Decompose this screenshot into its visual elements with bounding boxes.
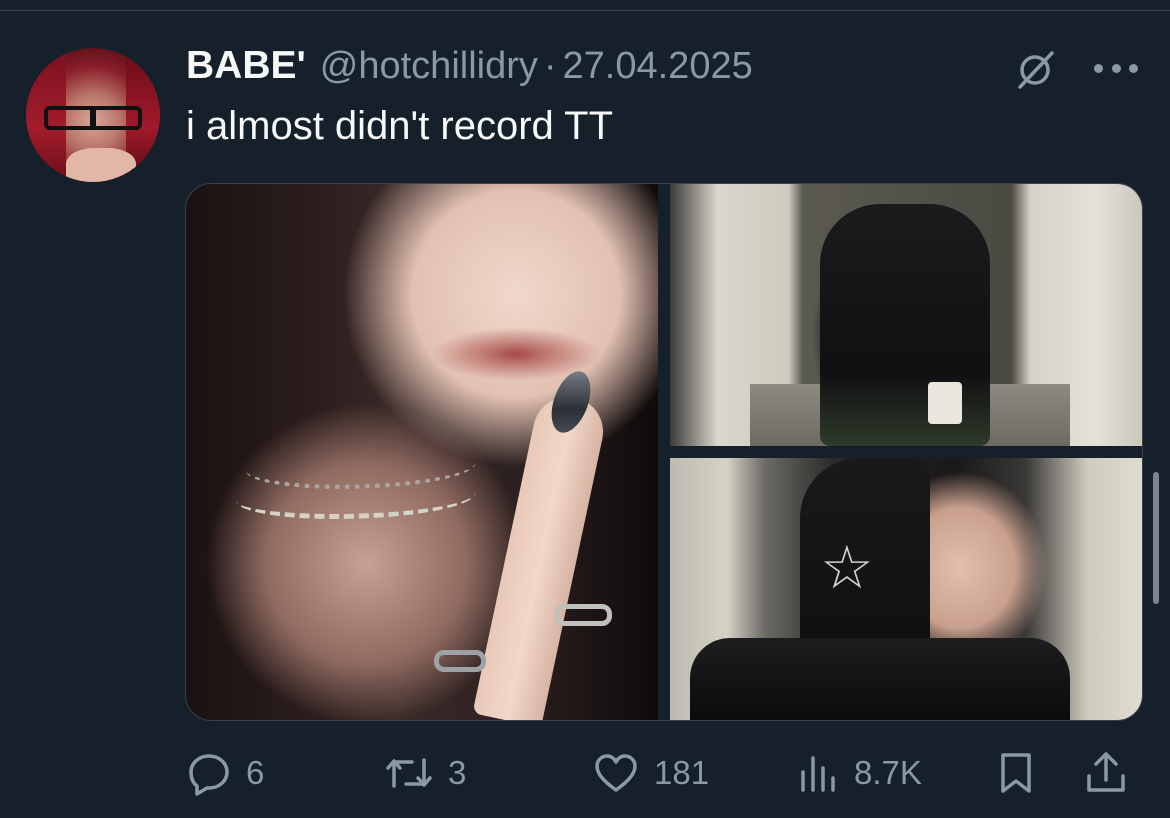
display-name[interactable]: BABE' [186,44,306,88]
media-grid: ☆ [185,183,1143,721]
avatar[interactable] [26,48,160,182]
top-divider [0,10,1170,11]
retweet-count: 3 [448,754,467,791]
share-button[interactable] [1084,748,1128,798]
action-bar: 6 3 181 8.7K [0,748,1170,798]
subway-profile-photo[interactable]: ☆ [670,458,1142,720]
user-handle[interactable]: @hotchillidry [320,45,538,88]
retweet-button[interactable]: 3 [384,748,466,798]
share-icon [1084,750,1128,796]
bookmark-button[interactable] [996,748,1036,798]
like-button[interactable]: 181 [592,748,709,798]
tweet-page: BABE' @hotchillidry · 27.04.2025 i almos… [0,0,1170,818]
views-icon [796,750,840,796]
scrollbar[interactable] [1153,472,1159,604]
tweet-date[interactable]: 27.04.2025 [563,45,753,88]
header-separator: · [543,45,557,87]
reply-count: 6 [246,754,265,791]
subway-full-body-photo[interactable] [670,184,1142,446]
reply-button[interactable]: 6 [186,748,264,798]
retweet-icon [384,750,434,796]
tweet-text: i almost didn't record TT [186,104,614,148]
like-count: 181 [654,754,710,791]
grok-icon[interactable] [1015,50,1055,90]
views-button[interactable]: 8.7K [796,748,922,798]
heart-icon [592,750,640,796]
close-up-face-photo[interactable] [186,184,658,720]
views-count: 8.7K [854,754,922,791]
bookmark-icon [996,750,1036,796]
tweet-header: BABE' @hotchillidry · 27.04.2025 [186,44,753,92]
more-icon[interactable] [1094,64,1138,74]
reply-icon [186,750,232,796]
